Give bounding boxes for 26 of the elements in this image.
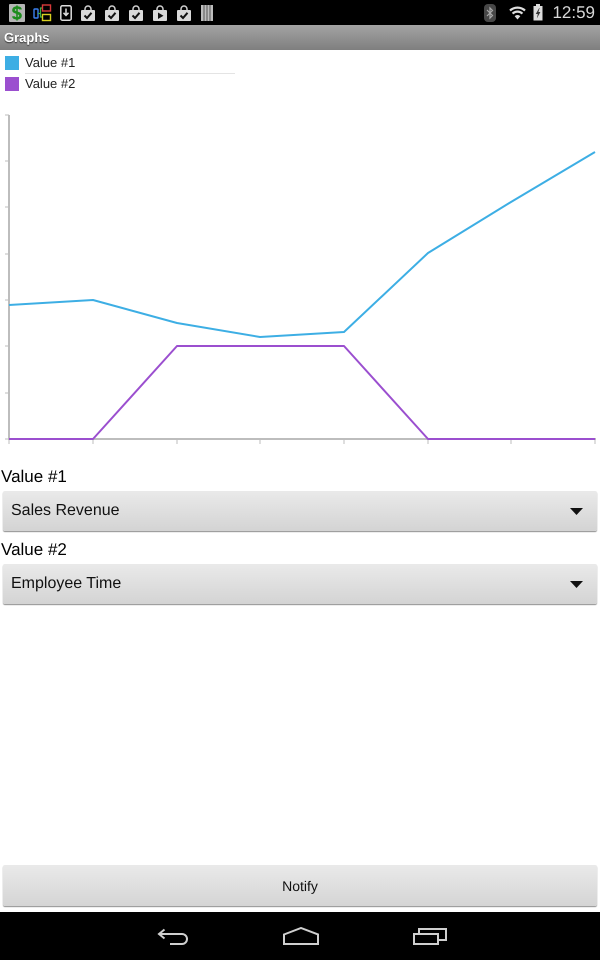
back-icon[interactable] — [157, 928, 189, 944]
recents-icon[interactable] — [413, 927, 447, 945]
notify-button[interactable]: Notify — [3, 865, 597, 906]
devices-icon — [33, 4, 52, 22]
legend-label: Value #2 — [25, 76, 76, 92]
clock-time: 12:59 — [552, 2, 595, 22]
dropdown[interactable]: Employee Time — [3, 564, 597, 604]
legend-label: Value #1 — [25, 55, 76, 71]
stripes-icon — [201, 4, 213, 20]
home-icon[interactable] — [283, 927, 319, 945]
battery-charging-icon — [533, 4, 544, 21]
dollar-icon — [9, 4, 25, 22]
bag-play-icon — [152, 4, 168, 20]
bag-check-icon — [128, 4, 144, 20]
field-label: Value #2 — [0, 539, 67, 561]
caret-icon — [570, 508, 583, 514]
download-icon — [60, 4, 72, 20]
bag-check-icon — [80, 4, 96, 20]
field-label: Value #1 — [0, 466, 67, 488]
wifi-icon — [509, 6, 526, 20]
bag-check-icon — [104, 4, 120, 20]
screen-title: Graphs — [4, 30, 50, 45]
dropdown[interactable]: Sales Revenue — [3, 491, 597, 531]
bluetooth-icon — [484, 4, 496, 22]
bag-check-icon — [176, 4, 192, 20]
caret-icon — [570, 580, 583, 588]
